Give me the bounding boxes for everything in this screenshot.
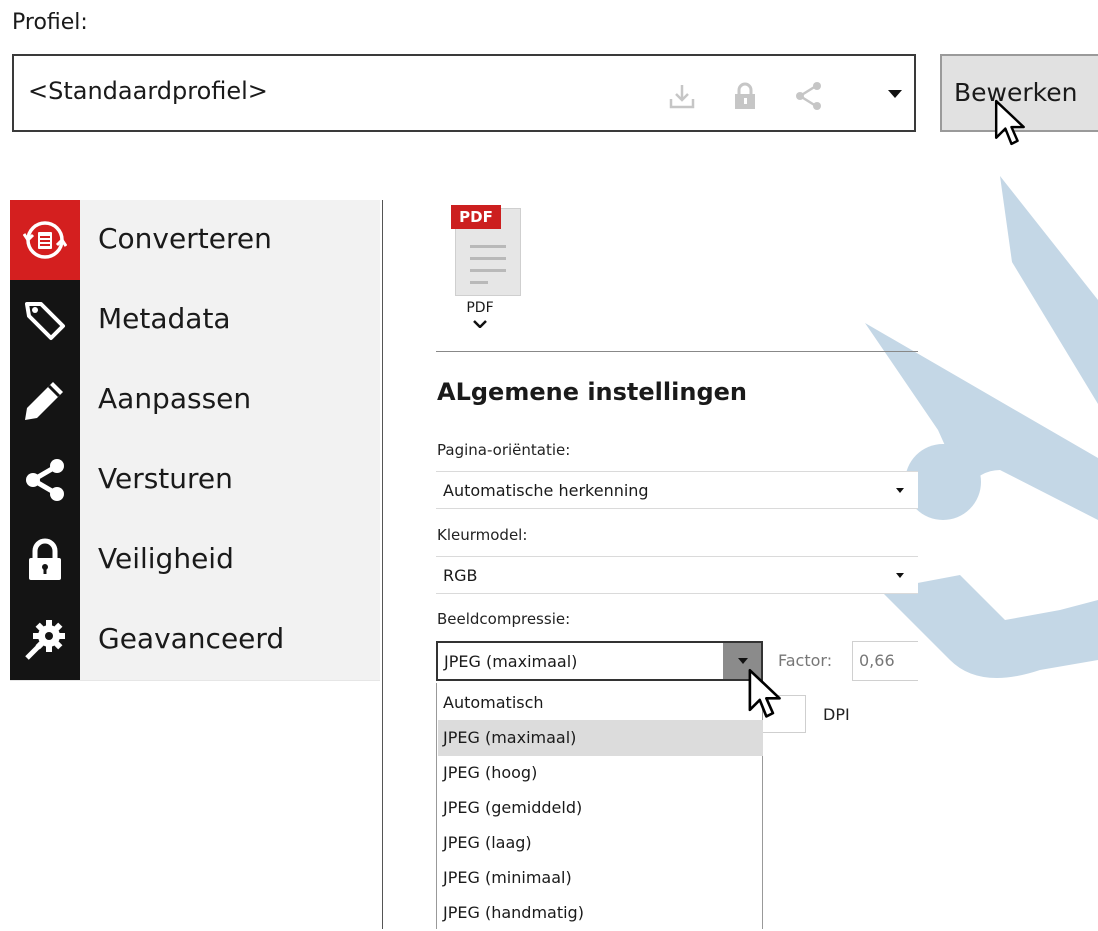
compression-select[interactable]: JPEG (maximaal) — [436, 641, 763, 681]
sidebar-item-metadata[interactable]: Metadata — [10, 280, 380, 361]
factor-value: 0,66 — [859, 651, 895, 670]
document-line — [470, 257, 506, 260]
sidebar-item-label: Converteren — [98, 222, 272, 255]
output-format-name: PDF — [466, 300, 494, 316]
color-model-value: RGB — [443, 566, 478, 585]
output-format-pdf[interactable]: PDF PDF — [448, 205, 532, 335]
edit-profile-button[interactable]: Bewerken — [940, 54, 1098, 132]
section-divider — [436, 351, 918, 352]
color-model-select[interactable]: RGB — [436, 556, 918, 594]
dpi-label: DPI — [823, 705, 850, 724]
profile-select[interactable]: <Standaardprofiel> — [12, 54, 916, 132]
compression-option[interactable]: JPEG (handmatig) — [438, 895, 763, 931]
sidebar-item-converteren[interactable]: Converteren — [10, 200, 380, 281]
compression-option[interactable]: Automatisch — [438, 685, 763, 721]
sidebar-item-label: Versturen — [98, 462, 233, 495]
color-model-label: Kleurmodel: — [437, 526, 528, 544]
chevron-down-icon — [738, 658, 748, 664]
sidebar-item-label: Veiligheid — [98, 542, 234, 575]
pencil-icon — [10, 360, 80, 440]
tag-icon — [10, 280, 80, 360]
dpi-input[interactable] — [760, 695, 806, 733]
profile-select-value: <Standaardprofiel> — [28, 77, 268, 105]
compression-option[interactable]: JPEG (gemiddeld) — [438, 790, 763, 826]
sidebar-item-label: Aanpassen — [98, 382, 252, 415]
profile-label: Profiel: — [12, 10, 88, 35]
orientation-select[interactable]: Automatische herkenning — [436, 471, 918, 509]
chevron-down-icon[interactable] — [888, 90, 902, 98]
section-title: ALgemene instellingen — [437, 378, 747, 406]
sidebar-item-veiligheid[interactable]: Veiligheid — [10, 520, 380, 601]
document-line — [470, 245, 506, 248]
lock-icon — [10, 520, 80, 600]
chevron-down-icon[interactable] — [473, 320, 487, 328]
lock-icon[interactable] — [729, 80, 761, 112]
compression-value: JPEG (maximaal) — [444, 652, 578, 671]
document-line — [470, 281, 488, 284]
chevron-down-icon[interactable] — [896, 573, 904, 578]
orientation-value: Automatische herkenning — [443, 481, 649, 500]
compression-options-list: Automatisch JPEG (maximaal) JPEG (hoog) … — [436, 683, 763, 929]
chevron-down-icon[interactable] — [896, 488, 904, 493]
compression-option[interactable]: JPEG (laag) — [438, 825, 763, 861]
factor-input[interactable]: 0,66 — [852, 641, 918, 681]
compression-option[interactable]: JPEG (minimaal) — [438, 860, 763, 896]
convert-icon — [10, 200, 80, 280]
document-line — [470, 269, 506, 272]
sidebar-item-aanpassen[interactable]: Aanpassen — [10, 360, 380, 441]
sidebar: Converteren Metadata Aanpassen Versturen… — [0, 200, 382, 681]
sidebar-item-label: Geavanceerd — [98, 622, 285, 655]
share-icon[interactable] — [792, 80, 824, 112]
download-icon[interactable] — [666, 80, 698, 112]
factor-label: Factor: — [778, 651, 833, 670]
compression-label: Beeldcompressie: — [437, 610, 571, 628]
pdf-badge: PDF — [451, 205, 501, 229]
share-icon — [10, 440, 80, 520]
compression-option[interactable]: JPEG (hoog) — [438, 755, 763, 791]
sidebar-divider — [382, 200, 383, 929]
sidebar-item-label: Metadata — [98, 302, 231, 335]
sidebar-item-versturen[interactable]: Versturen — [10, 440, 380, 521]
sidebar-item-geavanceerd[interactable]: Geavanceerd — [10, 600, 380, 681]
compression-dropdown-button[interactable] — [723, 643, 761, 679]
gear-icon — [10, 600, 80, 680]
compression-option-selected[interactable]: JPEG (maximaal) — [438, 720, 763, 756]
orientation-label: Pagina-oriëntatie: — [437, 441, 571, 459]
